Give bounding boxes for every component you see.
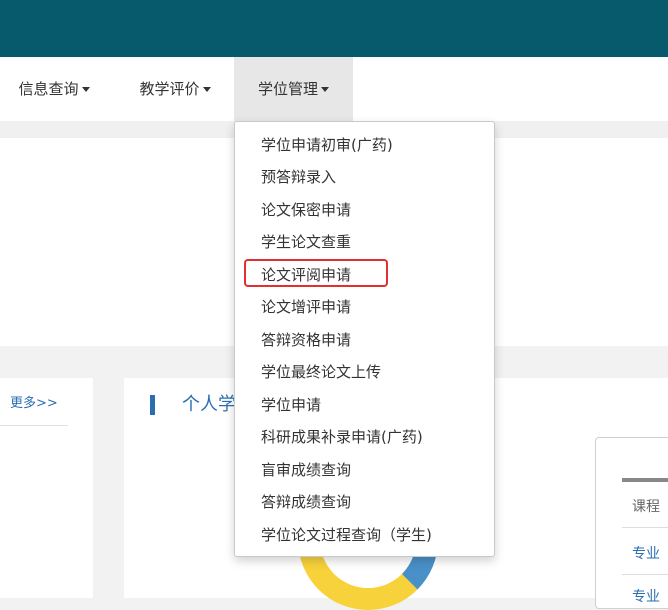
menu-item-blind-review-score[interactable]: 盲审成绩查询 — [261, 455, 351, 485]
table-row-major[interactable]: 专业 — [632, 586, 660, 606]
menu-item-degree-initial-review[interactable]: 学位申请初审(广药) — [261, 130, 393, 160]
divider — [0, 425, 68, 426]
title-accent-bar — [150, 395, 155, 415]
nav-item-label: 教学评价 — [139, 80, 200, 98]
card-title: 个人学 — [182, 394, 236, 415]
menu-item-pre-defense-entry[interactable]: 预答辩录入 — [261, 162, 336, 192]
degree-management-dropdown: 学位申请初审(广药) 预答辩录入 论文保密申请 学生论文查重 论文评阅申请 论文… — [234, 121, 495, 557]
nav-item-label: 信息查询 — [18, 80, 79, 98]
menu-item-research-supplement[interactable]: 科研成果补录申请(广药) — [261, 422, 423, 452]
caret-down-icon — [202, 87, 211, 92]
menu-item-defense-eligibility[interactable]: 答辩资格申请 — [261, 325, 351, 355]
highlight-annotation-box — [244, 259, 388, 287]
caret-down-icon — [81, 87, 90, 92]
more-link[interactable]: 更多>> — [10, 392, 58, 411]
menu-item-thesis-process-query[interactable]: 学位论文过程查询（学生) — [261, 520, 432, 550]
menu-item-final-thesis-upload[interactable]: 学位最终论文上传 — [261, 357, 381, 387]
nav-item-teaching-eval[interactable]: 教学评价 — [120, 57, 230, 121]
menu-item-degree-apply[interactable]: 学位申请 — [261, 390, 321, 420]
main-nav-bar: 信息查询 教学评价 学位管理 — [0, 57, 668, 121]
nav-item-label: 学位管理 — [257, 80, 318, 98]
table-row-major[interactable]: 专业 — [632, 543, 660, 563]
menu-item-defense-score[interactable]: 答辩成绩查询 — [261, 487, 351, 517]
notice-card — [0, 378, 93, 598]
table-header-course: 课程 — [632, 499, 660, 515]
nav-item-info-query[interactable]: 信息查询 — [0, 57, 108, 121]
table-top-border — [622, 478, 668, 482]
top-header-bar — [0, 0, 668, 57]
table-divider — [622, 574, 668, 575]
menu-item-additional-review[interactable]: 论文增评申请 — [261, 292, 351, 322]
table-divider — [622, 527, 668, 528]
course-table-box — [595, 437, 668, 609]
menu-item-plagiarism-check[interactable]: 学生论文查重 — [261, 227, 351, 257]
nav-item-degree-management[interactable]: 学位管理 — [234, 57, 353, 121]
menu-item-thesis-confidential[interactable]: 论文保密申请 — [261, 195, 351, 225]
caret-down-icon — [321, 87, 329, 92]
